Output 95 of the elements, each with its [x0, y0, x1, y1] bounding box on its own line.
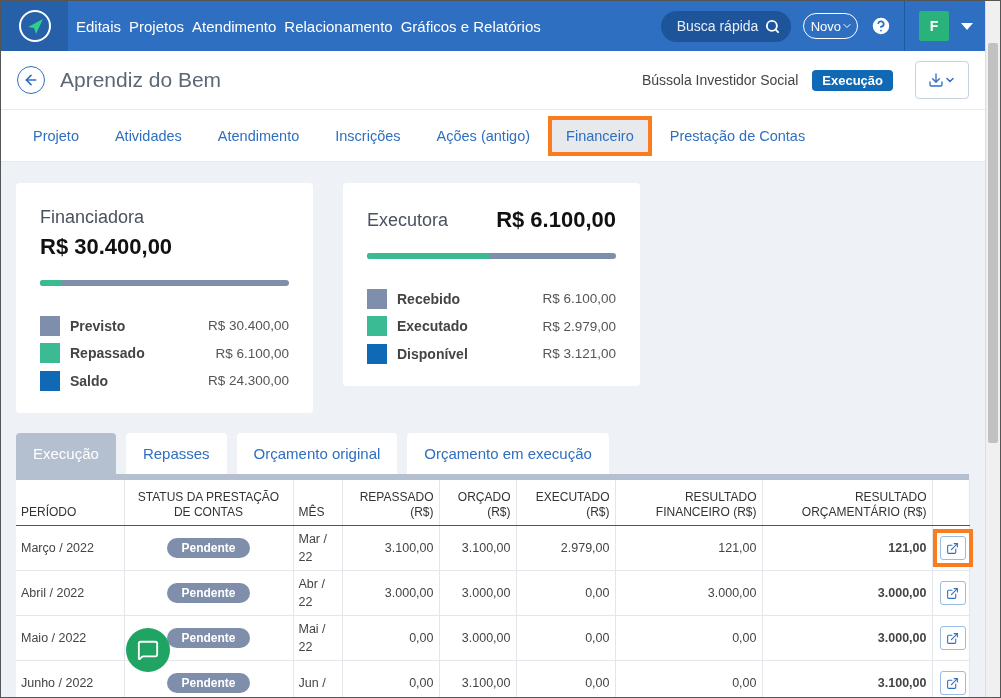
- legend-label: Repassado: [70, 345, 145, 362]
- table-cell: Mai / 22: [293, 615, 342, 661]
- scrollbar-thumb[interactable]: [988, 43, 998, 443]
- table-cell: 2.979,00: [516, 525, 615, 571]
- external-link-icon: [946, 541, 959, 555]
- table-cell: Junho / 2022: [16, 660, 124, 697]
- user-avatar[interactable]: F: [919, 11, 949, 41]
- status-badge: Execução: [812, 69, 893, 91]
- external-link-icon: [946, 586, 959, 600]
- table-cell: 0,00: [516, 615, 615, 661]
- table-cell: 121,00: [762, 525, 932, 571]
- external-link-icon: [946, 631, 959, 645]
- table-cell: 3.000,00: [439, 570, 516, 616]
- status-pill: Pendente: [167, 582, 250, 603]
- legend-value: R$ 24.300,00: [207, 373, 289, 389]
- open-button[interactable]: [939, 626, 966, 650]
- legend-value: R$ 6.100,00: [542, 291, 616, 307]
- nav-link[interactable]: Editais: [76, 17, 122, 35]
- column-header: REPASSADO (R$): [342, 479, 439, 526]
- scrollbar[interactable]: [985, 1, 1000, 697]
- open-button[interactable]: [939, 671, 966, 695]
- card-amount: R$ 6.100,00: [496, 207, 616, 233]
- column-header: ORÇADO (R$): [439, 479, 516, 526]
- open-button[interactable]: [939, 536, 966, 560]
- nav-link[interactable]: Relacionamento: [284, 17, 393, 35]
- status-pill: Pendente: [167, 672, 250, 693]
- status-pill: Pendente: [167, 537, 250, 558]
- table-cell: 3.100,00: [439, 660, 516, 697]
- tab[interactable]: Inscrições: [317, 115, 419, 156]
- table-cell: Mar / 22: [293, 525, 342, 571]
- legend-label: Disponível: [397, 345, 468, 362]
- tab[interactable]: Prestação de Contas: [651, 115, 824, 156]
- search-field[interactable]: Busca rápida: [660, 10, 791, 42]
- table-cell: 3.100,00: [439, 525, 516, 571]
- table-cell: 0,00: [516, 660, 615, 697]
- tab[interactable]: Ações (antigo): [418, 115, 549, 156]
- export-button[interactable]: [915, 61, 969, 99]
- column-header: RESULTADO FINANCEIRO (R$): [615, 479, 762, 526]
- legend-value: R$ 6.100,00: [215, 345, 289, 361]
- search-icon: [764, 18, 780, 34]
- logo-icon: [17, 9, 52, 43]
- search-input[interactable]: Busca rápida: [674, 17, 765, 35]
- external-link-icon: [946, 676, 959, 690]
- tab[interactable]: Atividades: [96, 115, 200, 156]
- table-cell: Jun /: [293, 660, 342, 697]
- table-cell: 3.100,00: [762, 660, 932, 697]
- legend-value: R$ 3.121,00: [542, 346, 616, 362]
- table-tab[interactable]: Orçamento em execução: [407, 432, 609, 474]
- table-cell: Março / 2022: [16, 525, 124, 571]
- table-cell: 121,00: [615, 525, 762, 571]
- legend-value: R$ 2.979,00: [542, 318, 616, 334]
- tab[interactable]: Projeto: [15, 115, 97, 156]
- table-cell: 0,00: [342, 660, 439, 697]
- card-amount: R$ 30.400,00: [40, 234, 174, 260]
- table-cell: 3.000,00: [762, 615, 932, 661]
- legend-value: R$ 30.400,00: [207, 318, 289, 334]
- back-button[interactable]: [17, 66, 45, 94]
- table-cell: 0,00: [342, 615, 439, 661]
- table-cell: 0,00: [615, 660, 762, 697]
- card-title: Financiadora: [40, 207, 146, 228]
- table-cell: 0,00: [516, 570, 615, 616]
- legend-label: Recebido: [397, 290, 460, 307]
- table-tab[interactable]: Repasses: [125, 432, 227, 474]
- caret-icon[interactable]: [961, 22, 973, 30]
- legend-label: Executado: [397, 318, 468, 335]
- table-cell: Maio / 2022: [16, 615, 124, 661]
- column-header: EXECUTADO (R$): [516, 479, 615, 526]
- nav-link[interactable]: Gráficos e Relatórios: [400, 17, 541, 35]
- help-icon[interactable]: [870, 15, 892, 37]
- table-cell: 3.000,00: [762, 570, 932, 616]
- legend-label: Previsto: [70, 317, 126, 334]
- project-title: Aprendiz do Bem: [60, 68, 222, 92]
- column-header: STATUS DA PRESTAÇÃO DE CONTAS: [124, 479, 293, 526]
- program-name: Bússola Investidor Social: [641, 72, 799, 88]
- card-title: Executora: [367, 209, 449, 231]
- open-button[interactable]: [939, 581, 966, 605]
- table-cell: 3.000,00: [439, 615, 516, 661]
- column-header: RESULTADO ORÇAMENTÁRIO (R$): [762, 479, 932, 526]
- table-tab[interactable]: Orçamento original: [236, 432, 398, 474]
- legend-label: Saldo: [70, 372, 109, 389]
- nav-link[interactable]: Atendimento: [192, 17, 277, 35]
- nav-link[interactable]: Projetos: [129, 17, 185, 35]
- column-header: MÊS: [293, 479, 342, 526]
- tab[interactable]: Atendimento: [199, 115, 318, 156]
- download-icon: [928, 72, 944, 88]
- table-cell: 3.000,00: [342, 570, 439, 616]
- tab[interactable]: Financeiro: [548, 115, 652, 156]
- status-pill: Pendente: [167, 627, 250, 648]
- chat-icon: [137, 639, 159, 661]
- table-cell: Abril / 2022: [16, 570, 124, 616]
- column-header: PERÍODO: [16, 479, 124, 526]
- table-cell: 3.100,00: [342, 525, 439, 571]
- table-cell: Abr / 22: [293, 570, 342, 616]
- table-cell: 3.000,00: [615, 570, 762, 616]
- table-cell: 0,00: [615, 615, 762, 661]
